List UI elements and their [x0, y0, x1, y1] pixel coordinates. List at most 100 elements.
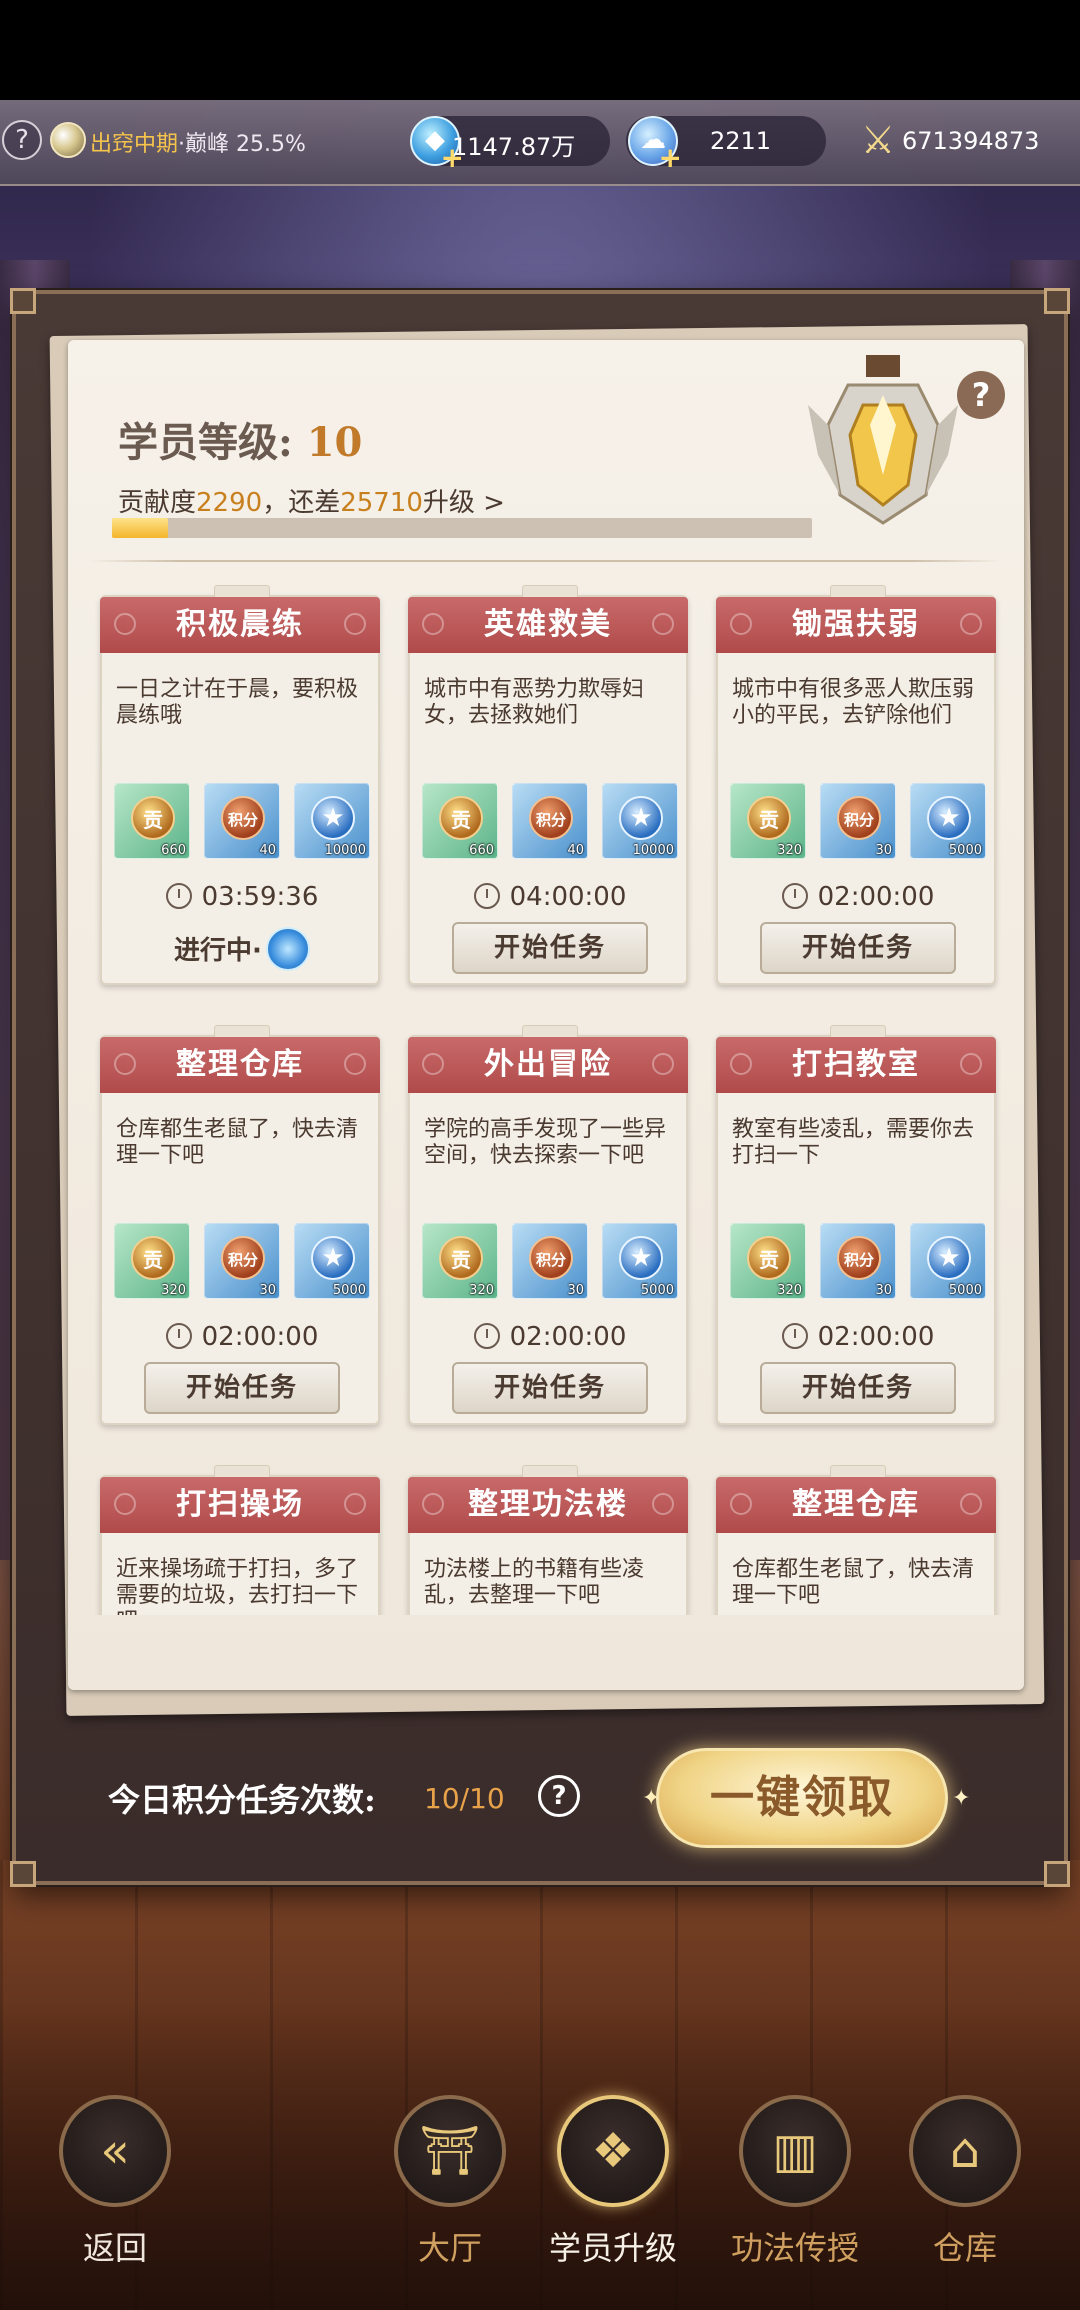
reward-quantity: 320	[161, 1283, 186, 1298]
reward-item[interactable]: 积分 30	[512, 1223, 588, 1299]
task-description: 城市中有很多恶人欺压弱小的平民，去铲除他们	[732, 677, 975, 728]
cultivation-realm[interactable]: 出窍中期·巅峰 25.5%	[90, 126, 306, 158]
reward-item[interactable]: 积分 30	[820, 783, 896, 859]
task-time: 02:00:00	[201, 1322, 319, 1352]
claim-all-button[interactable]: 一键领取	[656, 1748, 948, 1848]
currency-silver-value: 1147.87万	[452, 133, 576, 161]
reward-item[interactable]: 贡 320	[730, 1223, 806, 1299]
alarm-clock-icon	[781, 1323, 808, 1349]
sparkle-icon: ✦	[952, 1786, 971, 1811]
contribution-coin-icon: 贡	[747, 796, 791, 840]
reward-item[interactable]: 贡 320	[730, 783, 806, 859]
task-title-text: 整理仓库	[176, 1047, 304, 1082]
reward-item[interactable]: ★ 5000	[602, 1223, 678, 1299]
reward-quantity: 10000	[632, 843, 674, 858]
help-button[interactable]: ?	[957, 371, 1005, 419]
nav-student-upgrade[interactable]: ❖ 学员升级	[548, 2095, 678, 2269]
start-task-button[interactable]: 开始任务	[760, 1362, 956, 1414]
reward-item[interactable]: ★ 10000	[602, 783, 678, 859]
decor-dot	[344, 613, 366, 635]
task-title-text: 打扫操场	[176, 1487, 304, 1522]
task-card[interactable]: 外出冒险 学院的高手发现了一些异空间，快去探索一下吧贡 320 积分 30 ★ 5000 02…	[408, 1025, 688, 1425]
nav-back-label: 返回	[82, 2229, 147, 2267]
task-time: 04:00:00	[509, 882, 627, 912]
task-card[interactable]: 整理功法楼功法楼上的书籍有些凌乱，去整理一下吧贡积分★	[408, 1465, 688, 1615]
daily-task-count: 10/10	[424, 1782, 505, 1815]
start-task-button[interactable]: 开始任务	[452, 1362, 648, 1414]
contribution-coin-icon: 贡	[131, 1236, 175, 1280]
reward-item[interactable]: ★ 10000	[294, 783, 370, 859]
reward-quantity: 40	[567, 843, 584, 858]
contribution-link[interactable]: 贡献度2290，还差25710升级 >	[118, 482, 505, 519]
reward-item[interactable]: ★ 5000	[910, 1223, 986, 1299]
decor-dot	[114, 1053, 136, 1075]
currency-silver-pill[interactable]: ◆ + 1147.87万	[410, 116, 610, 172]
task-rewards: 贡 320 积分 30 ★ 5000	[730, 1223, 990, 1301]
start-task-button[interactable]: 开始任务	[452, 922, 648, 974]
task-rewards: 贡 320 积分 30 ★ 5000	[730, 783, 990, 861]
task-card[interactable]: 英雄救美 城市中有恶势力欺辱妇女，去拯救她们贡 660 积分 40 ★ 10000 04:00…	[408, 585, 688, 985]
task-timer: 03:59:36	[102, 882, 382, 912]
level-progress-bar	[112, 518, 812, 538]
reward-quantity: 30	[875, 843, 892, 858]
resource-bar: ? 出窍中期·巅峰 25.5% ◆ + 1147.87万 ☁ + 2211 ⚔ 67…	[0, 100, 1080, 186]
decor-dot	[652, 1053, 674, 1075]
decor-dot	[422, 613, 444, 635]
task-description: 仓库都生老鼠了，快去清理一下吧	[732, 1557, 975, 1608]
task-description: 教室有些凌乱，需要你去打扫一下	[732, 1117, 975, 1168]
reward-quantity: 5000	[948, 843, 982, 858]
level-progress-fill	[112, 518, 168, 538]
task-title: 打扫操场	[100, 1477, 380, 1533]
reward-item[interactable]: 贡 320	[422, 1223, 498, 1299]
reward-item[interactable]: 积分 30	[820, 1223, 896, 1299]
task-description: 近来操场疏于打扫，多了需要的垃圾，去打扫一下吧	[116, 1557, 359, 1615]
task-card[interactable]: 整理仓库 仓库都生老鼠了，快去清理一下吧贡 320 积分 30 ★ 5000 02:00:00…	[100, 1025, 380, 1425]
contribution-coin-icon: 贡	[439, 1236, 483, 1280]
reward-item[interactable]: 积分 40	[512, 783, 588, 859]
level-value: 10	[306, 419, 363, 466]
task-title-text: 锄强扶弱	[792, 607, 920, 642]
reward-item[interactable]: 贡 320	[114, 1223, 190, 1299]
rank-emblem-icon	[808, 355, 958, 525]
task-card[interactable]: 整理仓库仓库都生老鼠了，快去清理一下吧贡积分★	[716, 1465, 996, 1615]
nav-back[interactable]: « 返回	[50, 2095, 180, 2269]
points-coin-icon: 积分	[837, 1236, 881, 1280]
task-card[interactable]: 打扫操场近来操场疏于打扫，多了需要的垃圾，去打扫一下吧贡积分★	[100, 1465, 380, 1615]
star-coin-icon: ★	[927, 1236, 971, 1280]
start-task-button[interactable]: 开始任务	[144, 1362, 340, 1414]
reward-item[interactable]: 积分 40	[204, 783, 280, 859]
task-title-text: 打扫教室	[792, 1047, 920, 1082]
nav-upgrade-label: 学员升级	[548, 2229, 677, 2267]
reward-item[interactable]: ★ 5000	[294, 1223, 370, 1299]
alarm-clock-icon	[165, 883, 192, 909]
daily-help-icon[interactable]: ?	[538, 1775, 580, 1817]
nav-storage[interactable]: ⌂ 仓库	[900, 2095, 1030, 2269]
help-icon[interactable]: ?	[2, 120, 42, 160]
yin-yang-icon	[50, 122, 86, 158]
decor-dot	[960, 1053, 982, 1075]
start-task-button[interactable]: 开始任务	[760, 922, 956, 974]
nav-skills[interactable]: ▥ 功法传授	[730, 2095, 860, 2269]
task-card[interactable]: 打扫教室 教室有些凌乱，需要你去打扫一下贡 320 积分 30 ★ 5000 02:00:00…	[716, 1025, 996, 1425]
task-card[interactable]: 积极晨练 一日之计在于晨，要积极晨练哦贡 660 积分 40 ★ 10000 03:59:36…	[100, 585, 382, 985]
frame-corner	[1044, 288, 1070, 314]
reward-item[interactable]: 贡 660	[422, 783, 498, 859]
star-coin-icon: ★	[311, 796, 355, 840]
currency-jade-pill[interactable]: ☁ + 2211	[626, 116, 826, 172]
task-timer: 02:00:00	[718, 882, 998, 912]
add-icon[interactable]: +	[659, 144, 682, 172]
daily-task-count-label: 今日积分任务次数:	[108, 1781, 376, 1819]
alarm-clock-icon	[165, 1323, 192, 1349]
decor-dot	[730, 1053, 752, 1075]
frame-corner	[10, 288, 36, 314]
reward-item[interactable]: ★ 5000	[910, 783, 986, 859]
reward-item[interactable]: 积分 30	[204, 1223, 280, 1299]
combat-power-value: 671394873	[902, 127, 1040, 155]
nav-hall[interactable]: ⛩ 大厅	[385, 2095, 515, 2269]
task-card[interactable]: 锄强扶弱城市中有很多恶人欺压弱小的平民，去铲除他们贡 320 积分 30 ★ 5000 02…	[716, 585, 998, 985]
contrib-value: 2290	[196, 488, 263, 518]
reward-item[interactable]: 贡 660	[114, 783, 190, 859]
student-level-title: 学员等级: 10	[118, 410, 362, 468]
reward-quantity: 5000	[640, 1283, 674, 1298]
currency-jade-value: 2211	[710, 127, 772, 155]
